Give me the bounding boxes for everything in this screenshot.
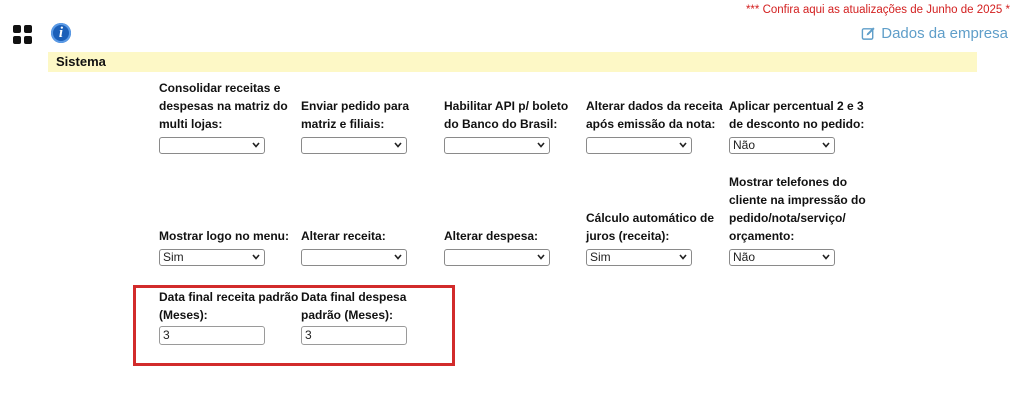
field-alterar-despesa: Alterar despesa: <box>444 190 584 266</box>
select-value: Não <box>733 250 756 264</box>
field-label: Alterar dados da receita após emissão da… <box>586 99 723 131</box>
chevron-down-icon <box>679 142 687 148</box>
chevron-down-icon <box>537 254 545 260</box>
field-data-final-receita: Data final receita padrão (Meses): 3 <box>159 290 299 345</box>
field-enviar-pedido: Enviar pedido para matriz e filiais: <box>301 80 441 154</box>
section-title: Sistema <box>48 52 977 72</box>
api-boleto-select[interactable] <box>444 137 550 154</box>
field-data-final-despesa: Data final despesa padrão (Meses): 3 <box>301 290 441 345</box>
field-label: Data final despesa padrão (Meses): <box>301 290 407 322</box>
field-label: Aplicar percentual 2 e 3 de desconto no … <box>729 99 865 131</box>
chevron-down-icon <box>252 142 260 148</box>
info-icon[interactable]: i <box>51 23 71 43</box>
field-label: Cálculo automático de juros (receita): <box>586 211 715 243</box>
chevron-down-icon <box>394 254 402 260</box>
apps-grid-icon[interactable] <box>13 25 33 45</box>
select-value: Não <box>733 138 756 152</box>
field-label: Consolidar receitas e despesas na matriz… <box>159 81 288 131</box>
enviar-pedido-select[interactable] <box>301 137 407 154</box>
chevron-down-icon <box>822 254 830 260</box>
field-consolidar: Consolidar receitas e despesas na matriz… <box>159 80 299 154</box>
chevron-down-icon <box>537 142 545 148</box>
field-mostrar-logo: Mostrar logo no menu: Sim <box>159 190 299 266</box>
field-label: Data final receita padrão (Meses): <box>159 290 299 322</box>
field-label: Alterar despesa: <box>444 229 539 243</box>
field-label: Mostrar logo no menu: <box>159 229 289 243</box>
company-data-link[interactable]: Dados da empresa <box>861 25 1008 42</box>
chevron-down-icon <box>679 254 687 260</box>
field-label: Mostrar telefones do cliente na impressã… <box>729 175 866 243</box>
calculo-juros-select[interactable]: Sim <box>586 249 692 266</box>
field-percentual-desconto: Aplicar percentual 2 e 3 de desconto no … <box>729 80 869 154</box>
select-value: Sim <box>163 250 184 264</box>
chevron-down-icon <box>822 142 830 148</box>
chevron-down-icon <box>394 142 402 148</box>
mostrar-logo-select[interactable]: Sim <box>159 249 265 266</box>
field-api-boleto: Habilitar API p/ boleto do Banco do Bras… <box>444 80 584 154</box>
chevron-down-icon <box>252 254 260 260</box>
mostrar-telefones-select[interactable]: Não <box>729 249 835 266</box>
percentual-desconto-select[interactable]: Não <box>729 137 835 154</box>
alterar-despesa-select[interactable] <box>444 249 550 266</box>
updates-notice-link[interactable]: *** Confira aqui as atualizações de Junh… <box>746 4 1010 16</box>
field-label: Alterar receita: <box>301 229 386 243</box>
alterar-dados-receita-select[interactable] <box>586 137 692 154</box>
data-final-despesa-input[interactable]: 3 <box>301 326 407 345</box>
field-label: Enviar pedido para matriz e filiais: <box>301 99 410 131</box>
field-label: Habilitar API p/ boleto do Banco do Bras… <box>444 99 569 131</box>
alterar-receita-select[interactable] <box>301 249 407 266</box>
edit-icon <box>861 27 875 40</box>
field-calculo-juros: Cálculo automático de juros (receita): S… <box>586 190 726 266</box>
consolidar-select[interactable] <box>159 137 265 154</box>
company-link-label: Dados da empresa <box>881 25 1008 42</box>
field-alterar-receita: Alterar receita: <box>301 190 441 266</box>
field-alterar-dados-receita: Alterar dados da receita após emissão da… <box>586 80 726 154</box>
data-final-receita-input[interactable]: 3 <box>159 326 265 345</box>
field-mostrar-telefones: Mostrar telefones do cliente na impressã… <box>729 175 869 266</box>
select-value: Sim <box>590 250 611 264</box>
